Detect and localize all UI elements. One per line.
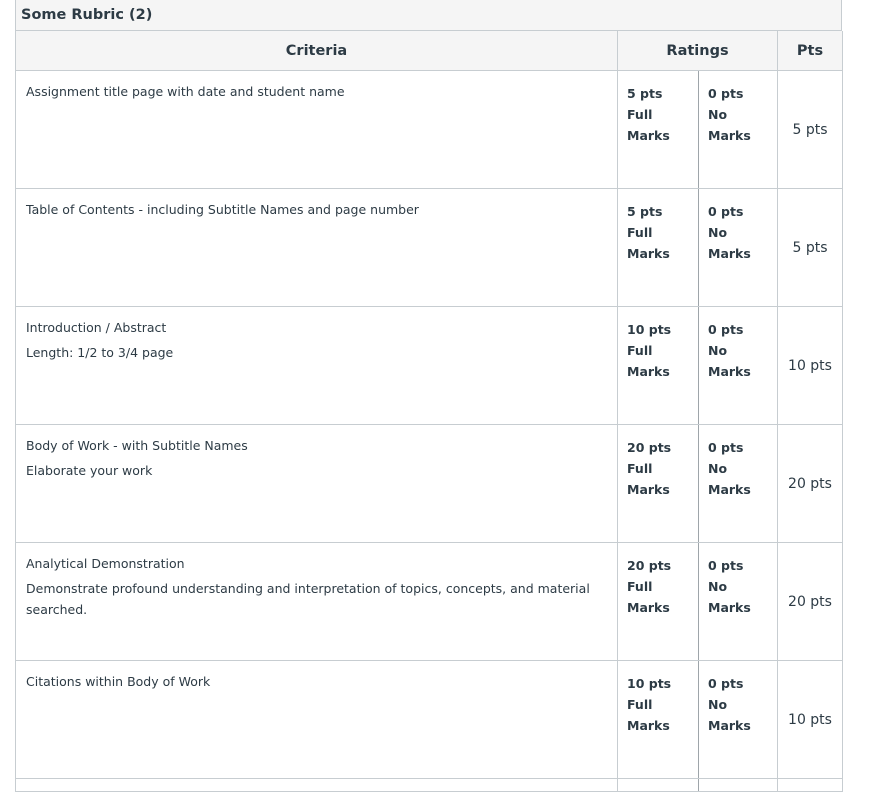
rating-label: Marks xyxy=(708,128,751,143)
criterion-long-description: Length: 1/2 to 3/4 page xyxy=(26,345,174,360)
rating-no-marks[interactable]: 0 pts No Marks xyxy=(698,306,778,425)
criterion-row-partial xyxy=(15,778,843,792)
criterion-description: Introduction / Abstract xyxy=(26,320,167,335)
rating-label: Full xyxy=(627,697,653,712)
criterion-cell: Assignment title page with date and stud… xyxy=(15,70,618,189)
rating-label: Marks xyxy=(708,364,751,379)
rating-label: Full xyxy=(627,343,653,358)
partial-cell xyxy=(15,778,618,792)
criterion-points: 5 pts xyxy=(777,70,843,189)
rating-no-marks[interactable]: 0 pts No Marks xyxy=(698,660,778,779)
rating-label: Marks xyxy=(708,246,751,261)
rating-label: Marks xyxy=(627,482,670,497)
criterion-description: Body of Work - with Subtitle Names xyxy=(26,438,248,453)
criterion-points: 5 pts xyxy=(777,188,843,307)
pts-header: Pts xyxy=(777,31,843,71)
rubric-container: Some Rubric (2) Criteria Ratings Pts Ass… xyxy=(15,0,843,792)
rating-label: Marks xyxy=(627,128,670,143)
rating-points: 20 pts xyxy=(627,440,672,455)
criterion-points: 10 pts xyxy=(777,660,843,779)
rubric-header-row: Criteria Ratings Pts xyxy=(15,31,843,71)
rating-full-marks[interactable]: 5 pts Full Marks xyxy=(617,70,699,189)
rating-full-marks[interactable]: 20 pts Full Marks xyxy=(617,542,699,661)
rating-full-marks[interactable]: 5 pts Full Marks xyxy=(617,188,699,307)
criterion-row: Introduction / Abstract Length: 1/2 to 3… xyxy=(15,306,843,425)
ratings-header: Ratings xyxy=(617,31,778,71)
criterion-row: Body of Work - with Subtitle Names Elabo… xyxy=(15,424,843,543)
rating-label: Full xyxy=(627,461,653,476)
criterion-points: 20 pts xyxy=(777,424,843,543)
criterion-long-description: Demonstrate profound understanding and i… xyxy=(26,581,590,617)
partial-cell xyxy=(777,778,843,792)
rating-label: Marks xyxy=(627,600,670,615)
criterion-cell: Introduction / Abstract Length: 1/2 to 3… xyxy=(15,306,618,425)
criterion-row: Assignment title page with date and stud… xyxy=(15,70,843,189)
criterion-row: Analytical Demonstration Demonstrate pro… xyxy=(15,542,843,661)
rating-points: 5 pts xyxy=(627,86,663,101)
criterion-description: Assignment title page with date and stud… xyxy=(26,84,345,99)
criterion-description: Table of Contents - including Subtitle N… xyxy=(26,202,419,217)
rating-points: 0 pts xyxy=(708,440,744,455)
rating-label: No xyxy=(708,343,728,358)
rating-points: 10 pts xyxy=(627,676,672,691)
criterion-points: 10 pts xyxy=(777,306,843,425)
criterion-description: Analytical Demonstration xyxy=(26,556,185,571)
criterion-long-description: Elaborate your work xyxy=(26,463,153,478)
rating-label: No xyxy=(708,461,728,476)
rating-label: Full xyxy=(627,579,653,594)
criterion-row: Citations within Body of Work 10 pts Ful… xyxy=(15,660,843,779)
rating-no-marks[interactable]: 0 pts No Marks xyxy=(698,188,778,307)
rating-points: 0 pts xyxy=(708,322,744,337)
rating-full-marks[interactable]: 10 pts Full Marks xyxy=(617,660,699,779)
rating-no-marks[interactable]: 0 pts No Marks xyxy=(698,542,778,661)
rating-label: No xyxy=(708,107,728,122)
rating-label: No xyxy=(708,697,728,712)
rating-no-marks[interactable]: 0 pts No Marks xyxy=(698,70,778,189)
partial-cell xyxy=(617,778,699,792)
partial-cell xyxy=(698,778,778,792)
rating-points: 20 pts xyxy=(627,558,672,573)
rating-label: Marks xyxy=(708,482,751,497)
criterion-row: Table of Contents - including Subtitle N… xyxy=(15,188,843,307)
rating-label: Marks xyxy=(627,246,670,261)
criterion-description: Citations within Body of Work xyxy=(26,674,211,689)
rubric-table: Criteria Ratings Pts Assignment title pa… xyxy=(15,31,843,792)
rating-full-marks[interactable]: 20 pts Full Marks xyxy=(617,424,699,543)
criterion-cell: Table of Contents - including Subtitle N… xyxy=(15,188,618,307)
rating-points: 0 pts xyxy=(708,204,744,219)
rating-points: 5 pts xyxy=(627,204,663,219)
rubric-title: Some Rubric (2) xyxy=(15,0,842,31)
rating-label: Marks xyxy=(627,718,670,733)
criteria-header: Criteria xyxy=(15,31,618,71)
rating-label: Full xyxy=(627,107,653,122)
rating-points: 10 pts xyxy=(627,322,672,337)
rating-full-marks[interactable]: 10 pts Full Marks xyxy=(617,306,699,425)
rating-label: Marks xyxy=(708,600,751,615)
rating-label: Marks xyxy=(708,718,751,733)
rating-points: 0 pts xyxy=(708,676,744,691)
rating-points: 0 pts xyxy=(708,558,744,573)
rating-label: No xyxy=(708,225,728,240)
rating-no-marks[interactable]: 0 pts No Marks xyxy=(698,424,778,543)
criterion-cell: Body of Work - with Subtitle Names Elabo… xyxy=(15,424,618,543)
rating-points: 0 pts xyxy=(708,86,744,101)
rating-label: Full xyxy=(627,225,653,240)
criterion-cell: Citations within Body of Work xyxy=(15,660,618,779)
rating-label: Marks xyxy=(627,364,670,379)
criterion-cell: Analytical Demonstration Demonstrate pro… xyxy=(15,542,618,661)
criterion-points: 20 pts xyxy=(777,542,843,661)
rating-label: No xyxy=(708,579,728,594)
